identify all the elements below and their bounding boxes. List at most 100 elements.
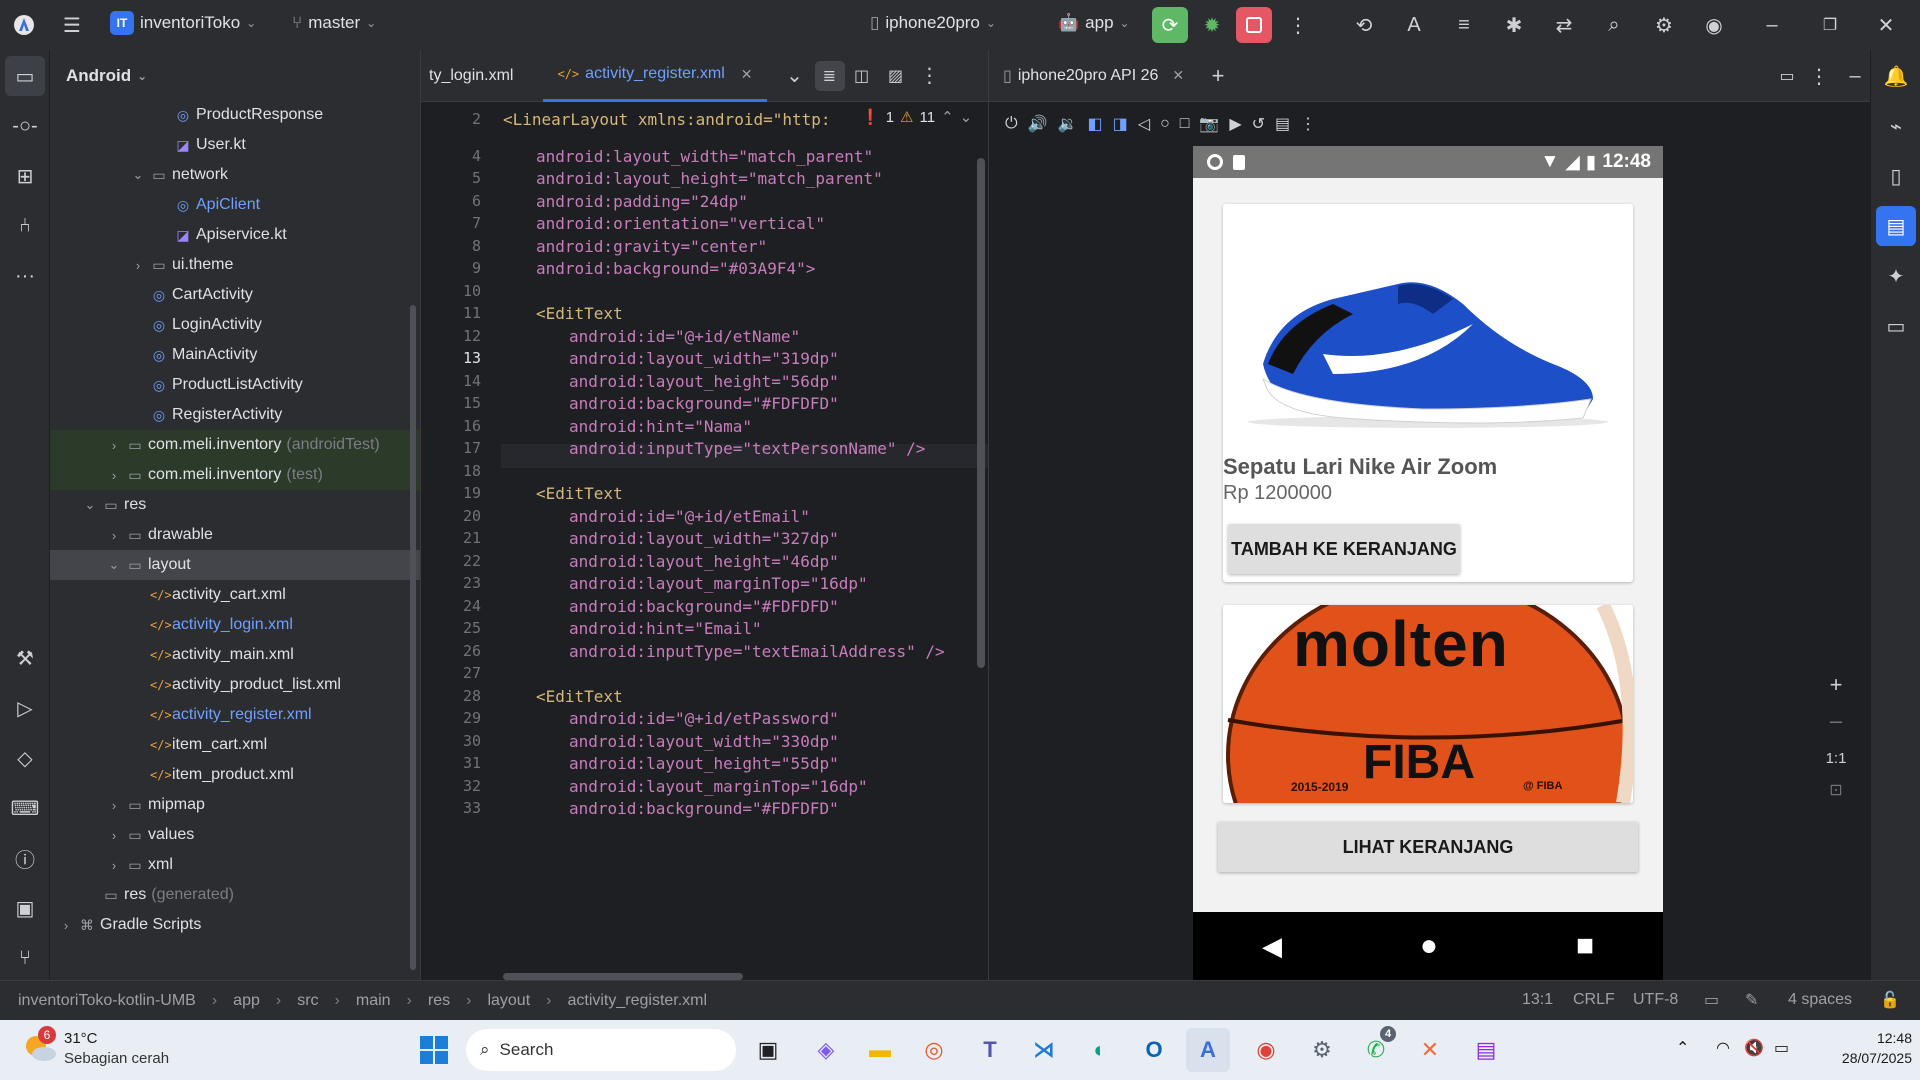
layout-inspector-icon[interactable]: ≡ (1444, 5, 1484, 45)
tab-list-chevron-icon[interactable]: ⌄ (775, 56, 815, 96)
close-window-icon[interactable]: ✕ (1866, 5, 1906, 45)
device-selector[interactable]: ▯ iphone20pro ⌄ (870, 13, 996, 33)
tree-item[interactable]: ◎ ProductResponse (50, 100, 420, 130)
zoom-out-icon[interactable]: – (1819, 708, 1853, 738)
device-manager-icon[interactable]: ⇄ (1544, 5, 1584, 45)
tree-item[interactable]: ▭ res (generated) (50, 880, 420, 910)
tree-item[interactable]: </> activity_product_list.xml (50, 670, 420, 700)
product-card[interactable]: Sepatu Lari Nike Air Zoom Rp 1200000 TAM… (1223, 204, 1633, 582)
tree-item[interactable]: ⌄ ▭ network (50, 160, 420, 190)
vscode-icon[interactable]: ⋊ (1022, 1028, 1066, 1072)
inspection-widget[interactable]: ❗ 1 ⚠ 11 ⌃ ⌄ (857, 108, 977, 126)
ai-assistant-icon[interactable]: ✦ (1876, 256, 1916, 296)
nav-recents-icon[interactable]: ■ (1576, 929, 1594, 963)
tab-activity-login[interactable]: ty_login.xml (421, 50, 527, 102)
zoom-fit-icon[interactable]: ⊡ (1819, 780, 1853, 810)
breadcrumb-item[interactable]: layout (487, 992, 530, 1010)
tree-item[interactable]: › ▭ mipmap (50, 790, 420, 820)
tree-item[interactable]: </> activity_login.xml (50, 610, 420, 640)
whatsapp-icon[interactable]: ✆ 4 (1354, 1026, 1398, 1072)
chevron-right-icon[interactable]: › (130, 258, 146, 273)
chevron-right-icon[interactable]: › (106, 438, 122, 453)
overview-icon[interactable]: □ (1180, 115, 1190, 133)
running-devices-icon[interactable]: ▤ (1876, 206, 1916, 246)
design-view-icon[interactable]: ▨ (879, 56, 913, 96)
tree-item[interactable]: ⌄ ▭ layout (50, 550, 420, 580)
android-studio-taskbar-icon[interactable]: A (1186, 1028, 1230, 1072)
copilot-icon[interactable]: ◈ (804, 1028, 848, 1072)
close-tab-icon[interactable]: ✕ (741, 66, 753, 83)
pull-requests-icon[interactable]: ⑃ (5, 206, 45, 246)
edge-icon[interactable]: ◐ (1078, 1028, 1122, 1072)
run-icon[interactable]: ▷ (5, 688, 45, 728)
power-icon[interactable]: ⏻ (1005, 115, 1018, 133)
notifications-icon[interactable]: 🔔 (1876, 56, 1916, 96)
caret-position[interactable]: 13:1 (1522, 991, 1553, 1009)
tree-item[interactable]: › ⌘ Gradle Scripts (50, 910, 420, 940)
editor-more-icon[interactable]: ⋮ (913, 56, 947, 96)
resource-manager-icon[interactable]: ▯ (1876, 156, 1916, 196)
run-config-selector[interactable]: 🤖 app ⌄ (1058, 13, 1130, 33)
back-icon[interactable]: ◁ (1138, 114, 1150, 134)
rotate-right-icon[interactable]: ◨ (1113, 114, 1128, 134)
settings-icon[interactable]: ⚙ (1300, 1028, 1344, 1072)
speaker-muted-icon[interactable]: 🔇 (1744, 1038, 1764, 1058)
tree-item[interactable]: </> item_cart.xml (50, 730, 420, 760)
tree-item[interactable]: ◎ ApiClient (50, 190, 420, 220)
task-view-icon[interactable]: ▣ (746, 1028, 790, 1072)
close-tab-icon[interactable]: ✕ (1172, 67, 1184, 84)
readonly-toggle-icon[interactable]: ▭ (1704, 990, 1719, 1010)
breadcrumb-item[interactable]: app (233, 992, 260, 1010)
debug-icon[interactable]: ✹ (1192, 5, 1232, 45)
problems-icon[interactable]: ⓘ (5, 838, 45, 878)
phone-screen[interactable]: ▼ ◢ ▮ 12:48 Sepatu Lari Nike Air Zoom Rp… (1193, 146, 1663, 980)
gradle-sync-icon[interactable]: ⟲ (1344, 5, 1384, 45)
chevron-right-icon[interactable]: › (106, 798, 122, 813)
chevron-right-icon[interactable]: › (106, 828, 122, 843)
code-view-icon[interactable]: ≣ (814, 60, 845, 91)
chevron-down-icon[interactable]: ⌄ (130, 167, 146, 183)
tab-device[interactable]: ▯ iphone20pro API 26 ✕ (989, 50, 1198, 102)
nav-home-icon[interactable]: ● (1420, 929, 1438, 963)
tab-activity-register[interactable]: </> activity_register.xml ✕ (543, 50, 767, 102)
search-icon[interactable]: ⌕ (1594, 5, 1634, 45)
tree-item[interactable]: ⌄ ▭ res (50, 490, 420, 520)
record-icon[interactable]: ▶ (1229, 114, 1241, 134)
clock-date[interactable]: 28/07/2025 (1800, 1050, 1912, 1066)
branch-selector[interactable]: ⑂ master ⌄ (292, 13, 376, 33)
restore-icon[interactable]: ❐ (1810, 5, 1850, 45)
view-cart-button[interactable]: LIHAT KERANJANG (1218, 822, 1638, 872)
weather-icon[interactable]: 6 (22, 1026, 58, 1066)
tree-item[interactable]: ◪ Apiservice.kt (50, 220, 420, 250)
volume-up-icon[interactable]: 🔊 (1028, 114, 1048, 134)
add-to-cart-button[interactable]: TAMBAH KE KERANJANG (1228, 524, 1460, 574)
split-view-icon[interactable]: ◫ (845, 56, 879, 96)
firefox-icon[interactable]: ◎ (912, 1028, 956, 1072)
tree-item[interactable]: ◎ CartActivity (50, 280, 420, 310)
tree-item[interactable]: › ▭ ui.theme (50, 250, 420, 280)
tree-item[interactable]: › ▭ xml (50, 850, 420, 880)
gemini-icon[interactable]: ⌁ (1876, 106, 1916, 146)
clock-time[interactable]: 12:48 (1800, 1030, 1912, 1046)
breadcrumb-item[interactable]: main (356, 992, 391, 1010)
project-selector[interactable]: IT inventoriToko ⌄ (110, 11, 256, 35)
home-icon[interactable]: ○ (1160, 115, 1170, 133)
lock-icon[interactable]: 🔓 (1880, 990, 1900, 1010)
snapshot-icon[interactable]: ↺ (1252, 114, 1265, 134)
taskbar-search-box[interactable]: ⌕ Search (466, 1029, 736, 1071)
chevron-right-icon[interactable]: › (58, 918, 74, 933)
chevron-down-icon[interactable]: ⌄ (106, 557, 122, 573)
battery-tray-icon[interactable]: ▭ (1774, 1038, 1789, 1058)
indent-setting[interactable]: 4 spaces (1788, 991, 1852, 1009)
tree-item[interactable]: </> item_product.xml (50, 760, 420, 790)
windows-start-icon[interactable] (412, 1028, 456, 1072)
tree-item[interactable]: › ▭ drawable (50, 520, 420, 550)
minimize-icon[interactable]: – (1752, 5, 1792, 45)
project-view-selector[interactable]: Android ⌄ (50, 50, 420, 102)
structure-icon[interactable]: ⊞ (5, 156, 45, 196)
file-explorer-icon[interactable]: ▬ (858, 1028, 902, 1072)
xampp-icon[interactable]: ✕ (1408, 1028, 1452, 1072)
bug-report-icon[interactable]: ✱ (1494, 5, 1534, 45)
extended-controls-icon[interactable]: ▤ (1275, 114, 1290, 134)
chevron-down-icon[interactable]: ⌄ (82, 497, 98, 513)
